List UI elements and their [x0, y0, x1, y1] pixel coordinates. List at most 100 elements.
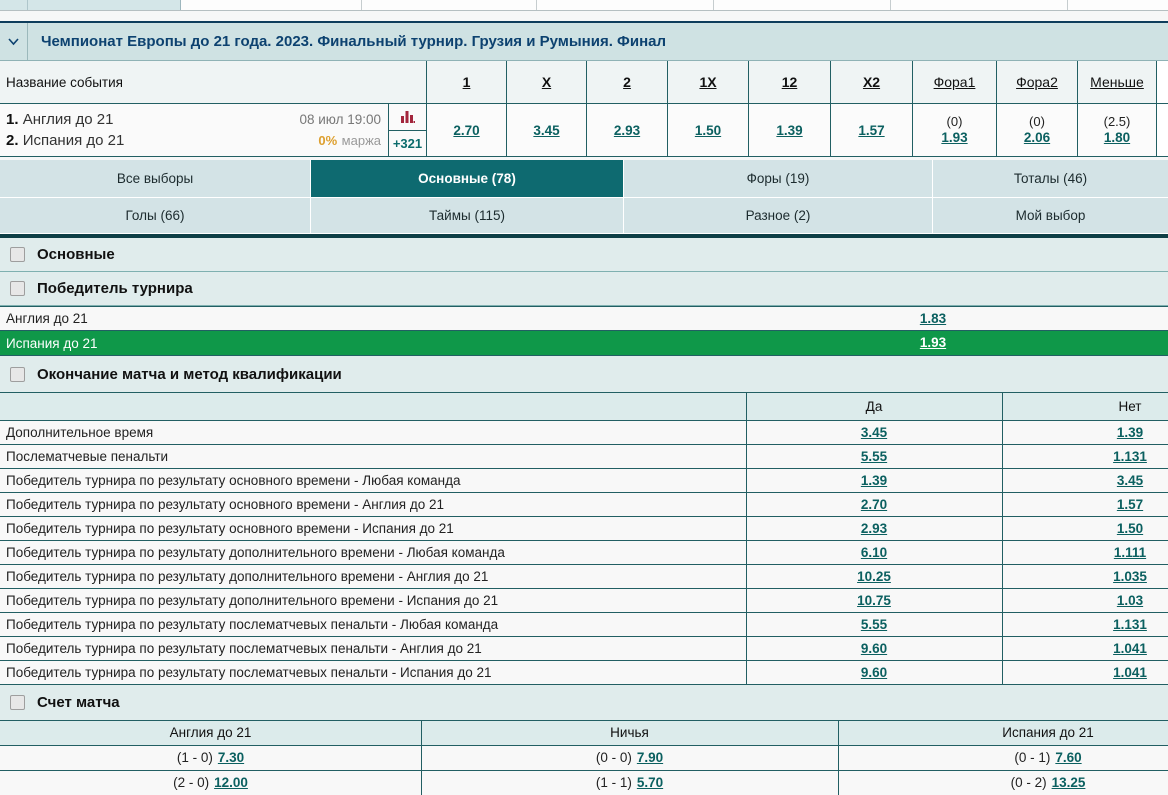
odd-under[interactable]: 1.80	[1104, 129, 1130, 146]
odd-yes[interactable]: 1.39	[861, 473, 887, 488]
odd-yes[interactable]: 5.55	[861, 449, 887, 464]
handicap1-line: (0)	[947, 114, 963, 129]
column-header-x2[interactable]: X2	[863, 74, 880, 90]
column-header-1x[interactable]: 1X	[699, 74, 716, 90]
section-main-label: Основные	[37, 246, 115, 263]
margin-value: 0%	[318, 133, 337, 148]
column-header-12[interactable]: 12	[782, 74, 798, 90]
winner-odd-england[interactable]: 1.83	[920, 311, 946, 326]
winner-odd-spain[interactable]: 1.93	[920, 335, 946, 350]
stats-column: +321	[388, 104, 426, 156]
odd-score-0-1[interactable]: 7.60	[1055, 750, 1081, 765]
odd-yes[interactable]: 6.10	[861, 545, 887, 560]
under-line: (2.5)	[1104, 114, 1131, 129]
odd-score-0-2[interactable]: 13.25	[1052, 775, 1086, 790]
handicap2-line: (0)	[1029, 114, 1045, 129]
odd-x2[interactable]: 1.57	[858, 122, 884, 139]
outcome-label: Испания до 21	[0, 336, 97, 351]
bar-chart-icon	[401, 111, 415, 123]
betting-page: Чемпионат Европы до 21 года. 2023. Финал…	[0, 0, 1168, 795]
odd-no[interactable]: 1.50	[1117, 521, 1143, 536]
tab-totals[interactable]: Тоталы (46)	[933, 160, 1168, 198]
odd-no[interactable]: 1.041	[1113, 665, 1147, 680]
table-row: Победитель турнира по результату дополни…	[0, 541, 1168, 565]
table-row: (2 - 0)12.00 (1 - 1)5.70 (0 - 2)13.25	[0, 771, 1168, 795]
section-main-checkbox[interactable]	[10, 247, 25, 262]
odd-no[interactable]: 1.035	[1113, 569, 1147, 584]
odd-no[interactable]: 1.131	[1113, 617, 1147, 632]
tab-my-choice[interactable]: Мой выбор	[933, 198, 1168, 234]
match-meta: 08 июл 19:00 0% маржа	[299, 109, 381, 152]
column-header-x[interactable]: X	[542, 74, 551, 90]
column-header-1[interactable]: 1	[463, 74, 471, 90]
odd-score-0-0[interactable]: 7.90	[637, 750, 663, 765]
column-no: Нет	[1002, 393, 1168, 420]
tab-handicaps[interactable]: Форы (19)	[624, 160, 933, 198]
odd-yes[interactable]: 9.60	[861, 665, 887, 680]
odd-score-1-0[interactable]: 7.30	[218, 750, 244, 765]
odd-1[interactable]: 2.70	[453, 122, 479, 139]
statistics-button[interactable]	[389, 104, 426, 131]
column-header-under[interactable]: Меньше	[1090, 74, 1144, 90]
score-col-draw: Ничья	[421, 721, 838, 745]
outcome-label: Англия до 21	[0, 311, 88, 326]
section-qualification-label: Окончание матча и метод квалификации	[37, 366, 342, 383]
table-row: Послематчевые пенальти 5.55 1.131	[0, 445, 1168, 469]
odd-yes[interactable]: 9.60	[861, 641, 887, 656]
tab-misc[interactable]: Разное (2)	[624, 198, 933, 234]
odd-yes[interactable]: 10.25	[857, 569, 891, 584]
match-datetime: 08 июл 19:00	[299, 109, 381, 130]
section-winner-label: Победитель турнира	[37, 280, 193, 297]
odd-2[interactable]: 2.93	[614, 122, 640, 139]
collapse-toggle[interactable]	[0, 23, 28, 60]
match-row: 1. Англия до 21 2. Испания до 21 08 июл …	[0, 103, 1168, 157]
odd-x[interactable]: 3.45	[533, 122, 559, 139]
odd-score-2-0[interactable]: 12.00	[214, 775, 248, 790]
match-info-cell: 1. Англия до 21 2. Испания до 21 08 июл …	[0, 104, 427, 156]
section-header-score: Счет матча	[0, 685, 1168, 720]
section-score-checkbox[interactable]	[10, 695, 25, 710]
odd-1x[interactable]: 1.50	[695, 122, 721, 139]
spacer	[0, 11, 1168, 21]
score-header-row: Англия до 21 Ничья Испания до 21	[0, 721, 1168, 746]
home-team: Англия до 21	[23, 111, 114, 128]
tab-main[interactable]: Основные (78)	[311, 160, 624, 198]
odd-no[interactable]: 1.131	[1113, 449, 1147, 464]
event-name-header: Название события	[0, 61, 427, 103]
odd-no[interactable]: 1.03	[1117, 593, 1143, 608]
tab-all-picks[interactable]: Все выборы	[0, 160, 311, 198]
yes-no-header-row: Да Нет	[0, 393, 1168, 421]
table-row: Победитель турнира по результату послема…	[0, 637, 1168, 661]
section-winner-checkbox[interactable]	[10, 281, 25, 296]
table-row: Победитель турнира по результату основно…	[0, 469, 1168, 493]
tab-halves[interactable]: Таймы (115)	[311, 198, 624, 234]
odd-yes[interactable]: 2.70	[861, 497, 887, 512]
chevron-down-icon	[7, 37, 20, 46]
more-markets-button[interactable]: +321	[389, 131, 426, 157]
main-odds-table: Название события 1 X 2 1X 12 X2 Фора1 Фо…	[0, 61, 1168, 157]
qualification-table: Да Нет Дополнительное время 3.45 1.39 По…	[0, 392, 1168, 685]
score-table: Англия до 21 Ничья Испания до 21 (1 - 0)…	[0, 720, 1168, 795]
odd-yes[interactable]: 2.93	[861, 521, 887, 536]
odd-no[interactable]: 1.39	[1117, 425, 1143, 440]
column-header-handicap1[interactable]: Фора1	[934, 74, 976, 90]
odd-handicap1[interactable]: 1.93	[941, 129, 967, 146]
tab-goals[interactable]: Голы (66)	[0, 198, 311, 234]
away-team: Испания до 21	[23, 132, 125, 149]
odd-yes[interactable]: 10.75	[857, 593, 891, 608]
odd-no[interactable]: 1.041	[1113, 641, 1147, 656]
column-header-2[interactable]: 2	[623, 74, 631, 90]
odd-no[interactable]: 1.111	[1114, 545, 1146, 560]
section-qualification-checkbox[interactable]	[10, 367, 25, 382]
odd-12[interactable]: 1.39	[776, 122, 802, 139]
table-row: Дополнительное время 3.45 1.39	[0, 421, 1168, 445]
odd-yes[interactable]: 5.55	[861, 617, 887, 632]
odd-yes[interactable]: 3.45	[861, 425, 887, 440]
top-cutoff-active-tab	[0, 0, 181, 10]
column-header-handicap2[interactable]: Фора2	[1016, 74, 1058, 90]
section-header-qualification: Окончание матча и метод квалификации	[0, 356, 1168, 392]
odd-score-1-1[interactable]: 5.70	[637, 775, 663, 790]
odd-no[interactable]: 1.57	[1117, 497, 1143, 512]
odd-no[interactable]: 3.45	[1117, 473, 1143, 488]
odd-handicap2[interactable]: 2.06	[1024, 129, 1050, 146]
